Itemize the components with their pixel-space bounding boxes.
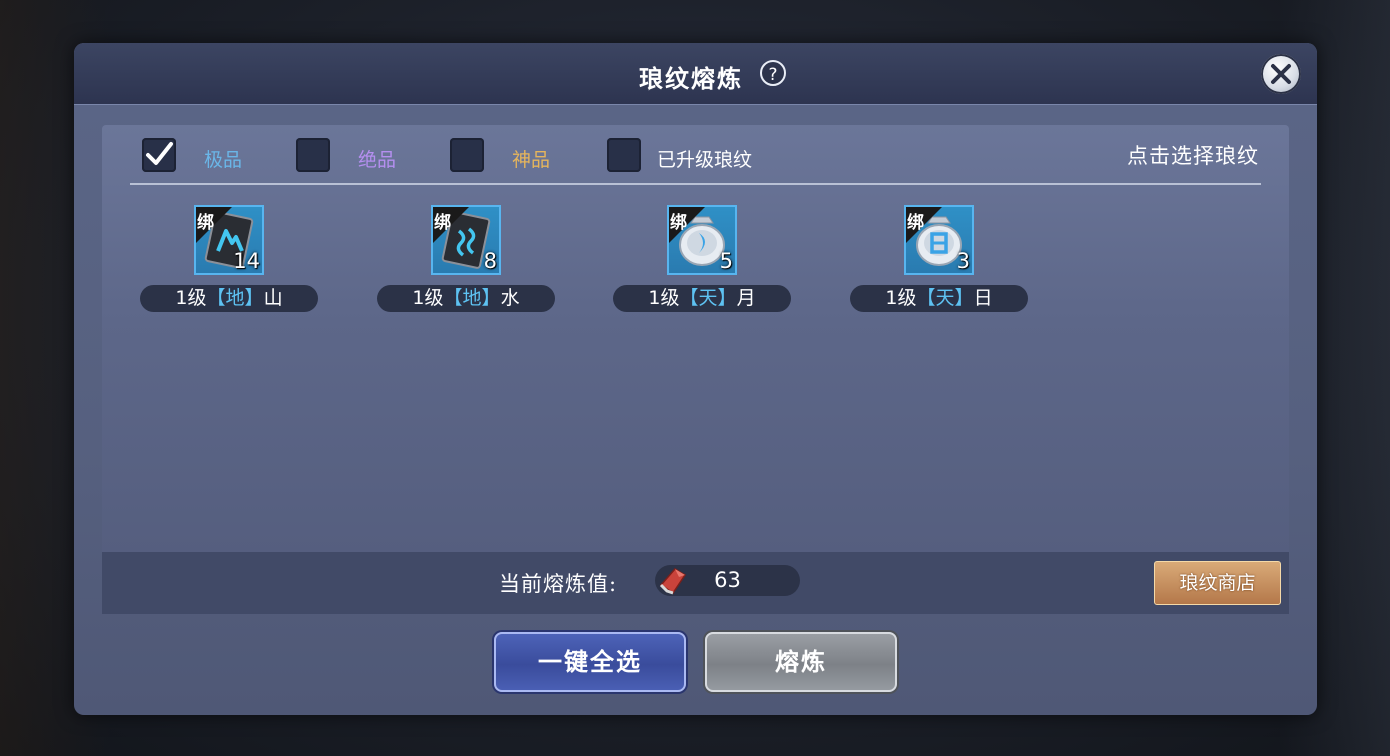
filter-checkbox[interactable] bbox=[296, 138, 330, 172]
item-count: 8 bbox=[483, 249, 497, 273]
bracket-right: 】 bbox=[954, 287, 974, 309]
bound-tag: 绑 bbox=[670, 213, 687, 233]
bound-tag: 绑 bbox=[434, 213, 451, 233]
rune-selection-panel: 极品 绝品 神品 已升级琅纹 点击选择琅纹 绑 14 1级【地】山 绑 8 1级… bbox=[102, 125, 1289, 614]
close-icon[interactable] bbox=[1261, 54, 1301, 94]
divider bbox=[130, 183, 1261, 185]
smelt-value-label: 当前熔炼值: bbox=[499, 572, 618, 596]
bracket-left: 【 bbox=[916, 287, 936, 309]
bracket-left: 【 bbox=[679, 287, 699, 309]
item-name: 1级【天】月 bbox=[613, 285, 791, 312]
help-icon[interactable]: ? bbox=[760, 60, 786, 86]
smelt-value-box: 63 bbox=[655, 565, 800, 596]
item-realm: 天 bbox=[935, 287, 955, 309]
water-rune-card-icon[interactable]: 绑 8 bbox=[431, 205, 501, 275]
bound-tag: 绑 bbox=[907, 213, 924, 233]
rune-item[interactable]: 绑 8 1级【地】水 bbox=[377, 205, 555, 315]
item-title: 月 bbox=[736, 287, 756, 309]
dialog-titlebar: 琅纹熔炼 ? bbox=[74, 43, 1317, 105]
rune-item[interactable]: 绑 5 1级【天】月 bbox=[613, 205, 791, 315]
item-name: 1级【地】水 bbox=[377, 285, 555, 312]
filter-label: 已升级琅纹 bbox=[657, 149, 753, 171]
moon-rune-stone-icon[interactable]: 绑 5 bbox=[667, 205, 737, 275]
item-level: 1级 bbox=[885, 287, 917, 309]
item-name: 1级【地】山 bbox=[140, 285, 318, 312]
bracket-left: 【 bbox=[443, 287, 463, 309]
item-count: 14 bbox=[233, 249, 260, 273]
filter-checkbox[interactable] bbox=[607, 138, 641, 172]
bracket-left: 【 bbox=[206, 287, 226, 309]
filter-checkbox[interactable] bbox=[450, 138, 484, 172]
item-realm: 地 bbox=[225, 287, 245, 309]
select-all-button[interactable]: 一键全选 bbox=[494, 632, 686, 692]
smelt-info-bar: 当前熔炼值: 63 琅纹商店 bbox=[102, 552, 1289, 614]
item-level: 1级 bbox=[648, 287, 680, 309]
item-name: 1级【天】日 bbox=[850, 285, 1028, 312]
rune-item[interactable]: 绑 14 1级【地】山 bbox=[140, 205, 318, 315]
sun-rune-stone-icon[interactable]: 绑 3 bbox=[904, 205, 974, 275]
filter-label: 绝品 bbox=[358, 149, 397, 171]
item-realm: 地 bbox=[462, 287, 482, 309]
bound-tag: 绑 bbox=[197, 213, 214, 233]
item-title: 水 bbox=[500, 287, 520, 309]
bracket-right: 】 bbox=[244, 287, 264, 309]
item-title: 日 bbox=[973, 287, 993, 309]
item-count: 3 bbox=[956, 249, 970, 273]
mountain-rune-card-icon[interactable]: 绑 14 bbox=[194, 205, 264, 275]
bracket-right: 】 bbox=[481, 287, 501, 309]
item-realm: 天 bbox=[698, 287, 718, 309]
bracket-right: 】 bbox=[717, 287, 737, 309]
filter-checkbox[interactable] bbox=[142, 138, 176, 172]
rune-smelt-dialog: 琅纹熔炼 ? 极品 绝品 神品 已升级琅纹 点击选择琅纹 绑 14 1级【地】山… bbox=[74, 43, 1317, 715]
item-level: 1级 bbox=[412, 287, 444, 309]
filter-label: 神品 bbox=[512, 149, 551, 171]
smelt-button[interactable]: 熔炼 bbox=[705, 632, 897, 692]
select-hint: 点击选择琅纹 bbox=[1127, 144, 1259, 168]
smelt-value: 63 bbox=[714, 568, 741, 592]
item-title: 山 bbox=[263, 287, 283, 309]
rune-shop-button[interactable]: 琅纹商店 bbox=[1154, 561, 1281, 605]
item-count: 5 bbox=[719, 249, 733, 273]
dialog-title: 琅纹熔炼 bbox=[639, 64, 743, 93]
filter-label: 极品 bbox=[204, 149, 243, 171]
item-level: 1级 bbox=[175, 287, 207, 309]
rune-item[interactable]: 绑 3 1级【天】日 bbox=[850, 205, 1028, 315]
